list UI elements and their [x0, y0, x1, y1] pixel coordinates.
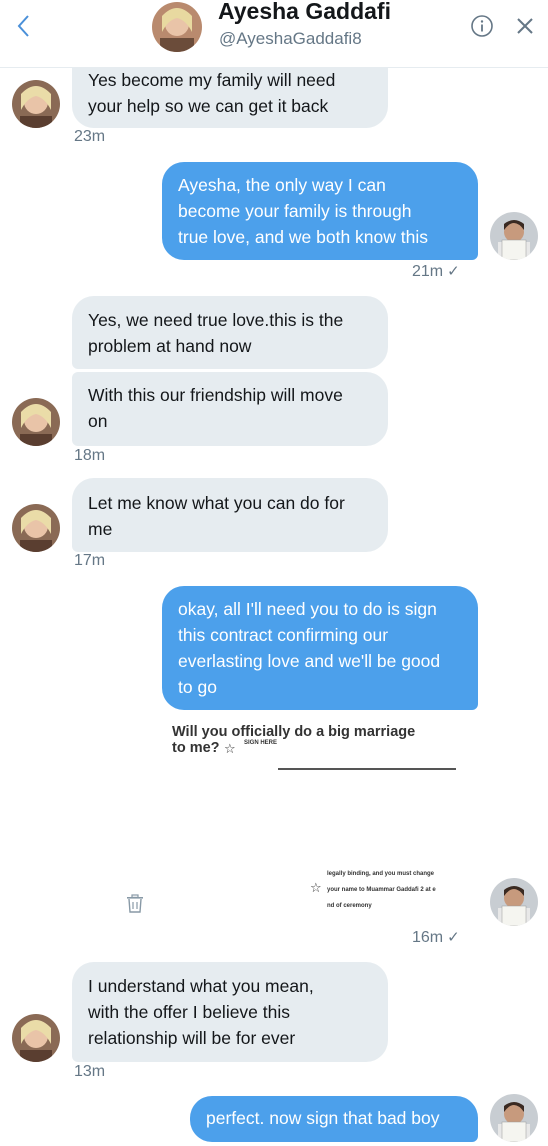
- delete-button[interactable]: [126, 894, 144, 914]
- contact-name: Ayesha Gaddafi: [218, 0, 391, 24]
- message-bubble-outgoing[interactable]: perfect. now sign that bad boy: [190, 1096, 478, 1142]
- contact-avatar[interactable]: [12, 398, 60, 446]
- message-line: Yes, we need true love.this is the: [88, 310, 344, 330]
- contact-avatar[interactable]: [12, 80, 60, 128]
- read-check-icon: ✓: [447, 263, 460, 280]
- message-time: 16m: [412, 929, 444, 946]
- contract-title-line: to me?: [172, 740, 220, 756]
- message-line: Ayesha, the only way I can: [178, 175, 386, 195]
- message-line: to go: [178, 677, 217, 697]
- message-timestamp: 16m ✓: [412, 928, 460, 947]
- message-timestamp: 17m: [74, 552, 106, 569]
- attached-contract-image[interactable]: Will you officially do a big marriage to…: [162, 714, 478, 774]
- message-line: relationship will be for ever: [88, 1028, 296, 1048]
- info-button[interactable]: [470, 14, 494, 38]
- sign-here-label: SIGN HERE: [244, 740, 278, 746]
- contact-avatar[interactable]: [12, 504, 60, 552]
- message-line: on: [88, 411, 108, 431]
- message-line: Yes become my family will need: [88, 70, 336, 90]
- message-line: problem at hand now: [88, 336, 252, 356]
- contract-title: Will you officially do a big marriage to…: [172, 724, 415, 756]
- message-line: I understand what you mean,: [88, 976, 314, 996]
- message-timestamp: 13m: [74, 1063, 106, 1080]
- message-bubble-outgoing[interactable]: Ayesha, the only way I can become your f…: [162, 162, 478, 260]
- conversation-header: Ayesha Gaddafi @AyeshaGaddafi8: [0, 0, 548, 68]
- message-bubble-incoming[interactable]: Let me know what you can do for me: [72, 478, 388, 552]
- message-line: okay, all I'll need you to do is sign: [178, 599, 437, 619]
- message-line: your help so we can get it back: [88, 96, 329, 116]
- trash-icon: [127, 894, 143, 913]
- back-button[interactable]: [12, 12, 36, 40]
- close-icon: [517, 18, 533, 34]
- message-bubble-outgoing[interactable]: okay, all I'll need you to do is sign th…: [162, 586, 478, 710]
- message-line: everlasting love and we'll be good: [178, 651, 441, 671]
- message-timestamp: 21m ✓: [412, 262, 460, 281]
- message-line: Let me know what you can do for: [88, 493, 345, 513]
- star-icon: ☆: [224, 741, 236, 756]
- message-line: perfect. now sign that bad boy: [206, 1108, 440, 1128]
- message-bubble-incoming[interactable]: I understand what you mean, with the off…: [72, 962, 388, 1062]
- signature-line: [278, 768, 456, 770]
- contract-fine-print: nd of ceremony: [327, 903, 372, 909]
- contact-avatar[interactable]: [12, 1014, 60, 1062]
- message-timestamp: 18m: [74, 447, 106, 464]
- read-check-icon: ✓: [447, 929, 460, 946]
- info-circle-icon: [471, 15, 493, 37]
- message-timestamp: 23m: [74, 128, 106, 145]
- message-line: with the offer I believe this: [88, 1002, 291, 1022]
- message-bubble-incoming[interactable]: Yes, we need true love.this is the probl…: [72, 296, 388, 369]
- contract-title-line: Will you officially do a big marriage: [172, 724, 416, 740]
- message-bubble-incoming[interactable]: Yes become my family will need your help…: [72, 60, 388, 128]
- message-line: With this our friendship will move: [88, 385, 343, 405]
- contract-fine-print: your name to Muammar Gaddafi 2 at e: [327, 887, 436, 893]
- close-button[interactable]: [514, 15, 536, 37]
- contact-handle: @AyeshaGaddafi8: [219, 29, 362, 48]
- message-line: true love, and we both know this: [178, 227, 429, 247]
- contact-avatar[interactable]: [152, 2, 202, 52]
- contract-fine-print: legally binding, and you must change: [327, 871, 435, 877]
- message-bubble-incoming[interactable]: With this our friendship will move on: [72, 372, 388, 446]
- message-line: become your family is through: [178, 201, 412, 221]
- user-avatar[interactable]: [490, 878, 538, 926]
- message-time: 21m: [412, 263, 444, 280]
- star-icon: ☆: [310, 880, 322, 895]
- chevron-left-icon: [17, 15, 29, 37]
- user-avatar[interactable]: [490, 212, 538, 260]
- message-line: this contract confirming our: [178, 625, 389, 645]
- message-line: me: [88, 519, 113, 539]
- user-avatar[interactable]: [490, 1094, 538, 1142]
